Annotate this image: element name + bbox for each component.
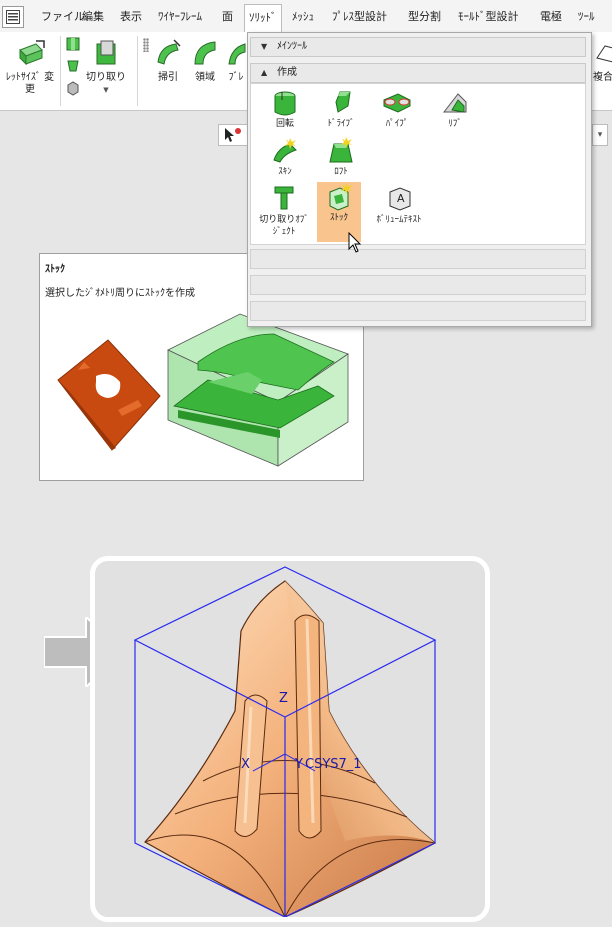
source-part-illustration: [57, 339, 161, 451]
sweep-label: 掃引: [158, 72, 178, 83]
resize-label-line2: 更: [25, 84, 35, 95]
menu-bar: ファイル 編集 表示 ﾜｲﾔｰﾌﾚｰﾑ 面 ｿﾘｯﾄﾞ ﾒｯｼｭ ﾌﾟﾚｽ型設計…: [0, 0, 612, 33]
volume-text-icon: A: [389, 187, 411, 211]
tab-mold-design[interactable]: ﾓｰﾙﾄﾞ型設計: [458, 0, 519, 32]
cut-object-label-line2: ｼﾞｪｸﾄ: [272, 227, 296, 237]
stock-label: ｽﾄｯｸ: [329, 213, 348, 223]
cube-icon: [67, 81, 79, 96]
tab-press-die-design[interactable]: ﾌﾟﾚｽ型設計: [332, 0, 387, 32]
cut-button[interactable]: 切り取り ▼: [86, 38, 126, 96]
pipe-tool[interactable]: ﾊﾟｲﾌﾟ: [369, 88, 425, 130]
skin-icon: [273, 138, 297, 163]
svg-text:A: A: [397, 192, 405, 205]
revolve-tool[interactable]: 回転: [257, 88, 313, 130]
main-tools-section-header[interactable]: ▼ ﾒｲﾝﾂｰﾙ: [250, 37, 586, 57]
drive-icon: [335, 91, 351, 113]
blend-label: ﾌﾞﾚ: [228, 72, 244, 83]
region-label: 領域: [195, 72, 215, 83]
revolve-icon: [274, 91, 296, 116]
skin-label: ｽｷﾝ: [278, 167, 292, 177]
axis-x-label: X: [241, 757, 250, 772]
composite-icon: [596, 45, 612, 63]
stock-result-card: Z X Y CSYS7_1: [90, 556, 490, 922]
tooltip-description: 選択したｼﾞｵﾒﾄﾘ周りにｽﾄｯｸを作成: [45, 288, 195, 299]
axis-y-label: Y: [295, 757, 303, 772]
tooltip-title: ｽﾄｯｸ: [45, 264, 65, 275]
stock-illustration: [57, 313, 349, 467]
stock-result-model: [133, 566, 437, 917]
pipe-label: ﾊﾟｲﾌﾟ: [385, 119, 409, 129]
tab-view[interactable]: 表示: [120, 0, 142, 32]
tab-mesh[interactable]: ﾒｯｼｭ: [292, 0, 314, 32]
solid-dropdown-panel: ▼ ﾒｲﾝﾂｰﾙ ▲ 作成 回転 ﾄﾞﾗｲﾌﾞ ﾊﾟｲﾌﾟ ﾘﾌﾞ ｽｷﾝ ﾛﾌ…: [247, 32, 592, 327]
rib-label: ﾘﾌﾞ: [448, 119, 462, 129]
create-header-label: 作成: [277, 67, 297, 78]
drive-label: ﾄﾞﾗｲﾌﾞ: [327, 119, 355, 129]
tab-surface[interactable]: 面: [222, 0, 233, 32]
tab-electrode[interactable]: 電極: [540, 0, 562, 32]
cut-object-label-line1: 切り取りｵﾌﾞ: [259, 215, 309, 225]
stock-box-illustration: [167, 313, 349, 467]
volume-text-label: ﾎﾞﾘｭｰﾑﾃｷｽﾄ: [376, 215, 422, 225]
section-row-collapsed-1[interactable]: [250, 249, 586, 269]
pipe-icon: [383, 93, 411, 113]
loft-icon: [329, 137, 353, 163]
small-tool-box-button[interactable]: [64, 36, 82, 56]
cut-dropdown-arrow-icon[interactable]: ▼: [86, 84, 126, 96]
main-tools-header-label: ﾒｲﾝﾂｰﾙ: [277, 41, 307, 52]
rib-tool[interactable]: ﾘﾌﾞ: [427, 88, 483, 130]
app-menu-button[interactable]: [2, 6, 24, 28]
expand-arrow-icon: ▲: [261, 68, 268, 77]
cut-label: 切り取り: [86, 72, 126, 83]
create-section-header[interactable]: ▲ 作成: [250, 63, 586, 83]
small-tool-cube-button[interactable]: [64, 80, 82, 100]
cut-object-icon: [274, 186, 294, 210]
select-cursor-icon: [225, 128, 241, 142]
tab-file[interactable]: ファイル: [41, 0, 85, 32]
tab-tools[interactable]: ﾂｰﾙ: [578, 0, 595, 32]
group-grip-icon[interactable]: [143, 38, 149, 52]
mouse-cursor-icon: [348, 232, 362, 253]
small-tool-cup-button[interactable]: [64, 58, 82, 78]
resize-label-line1: ﾚｯﾄｻｲｽﾞ 変: [5, 72, 55, 83]
tab-solid[interactable]: ｿﾘｯﾄﾞ: [244, 4, 282, 33]
skin-tool[interactable]: ｽｷﾝ: [257, 136, 313, 178]
view-toolbar-dropdown[interactable]: ▾: [592, 124, 608, 146]
volume-text-tool[interactable]: A ﾎﾞﾘｭｰﾑﾃｷｽﾄ: [367, 184, 431, 226]
tab-wireframe[interactable]: ﾜｲﾔｰﾌﾚｰﾑ: [158, 0, 202, 32]
tab-edit[interactable]: 編集: [82, 0, 104, 32]
resize-button[interactable]: ﾚｯﾄｻｲｽﾞ 変 更: [0, 38, 60, 96]
revolve-label: 回転: [275, 119, 294, 129]
box-icon: [66, 37, 80, 51]
resize-icon: [19, 40, 45, 66]
cup-icon: [67, 60, 79, 72]
collapse-arrow-icon: ▼: [261, 42, 268, 51]
blend-button[interactable]: ﾌﾞﾚ: [224, 38, 248, 84]
region-button[interactable]: 領域: [188, 38, 222, 84]
region-icon: [194, 41, 216, 65]
create-tools-grid: 回転 ﾄﾞﾗｲﾌﾞ ﾊﾟｲﾌﾟ ﾘﾌﾞ ｽｷﾝ ﾛﾌﾄ 切り取りｵﾌﾞ ｼﾞｪｸ…: [250, 83, 586, 245]
loft-tool[interactable]: ﾛﾌﾄ: [313, 136, 369, 178]
blend-icon: [228, 43, 246, 65]
cut-object-tool[interactable]: 切り取りｵﾌﾞ ｼﾞｪｸﾄ: [253, 184, 315, 238]
section-row-collapsed-3[interactable]: [250, 301, 586, 321]
select-filter-toolbar[interactable]: [218, 124, 248, 146]
loft-label: ﾛﾌﾄ: [334, 167, 348, 177]
csys-label: CSYS7_1: [305, 757, 362, 772]
sweep-icon: [157, 39, 181, 65]
composite-label: 複合: [593, 72, 612, 83]
drive-tool[interactable]: ﾄﾞﾗｲﾌﾞ: [313, 88, 369, 130]
sweep-button[interactable]: 掃引: [152, 38, 184, 84]
section-row-collapsed-2[interactable]: [250, 275, 586, 295]
stock-icon: [329, 183, 352, 211]
tab-mold-split[interactable]: 型分割: [408, 0, 441, 32]
composite-button[interactable]: 複合: [592, 38, 612, 84]
cut-icon: [96, 40, 116, 65]
app-menu-icon: [6, 10, 20, 24]
axis-z-label: Z: [279, 691, 288, 706]
rib-icon: [442, 93, 467, 113]
